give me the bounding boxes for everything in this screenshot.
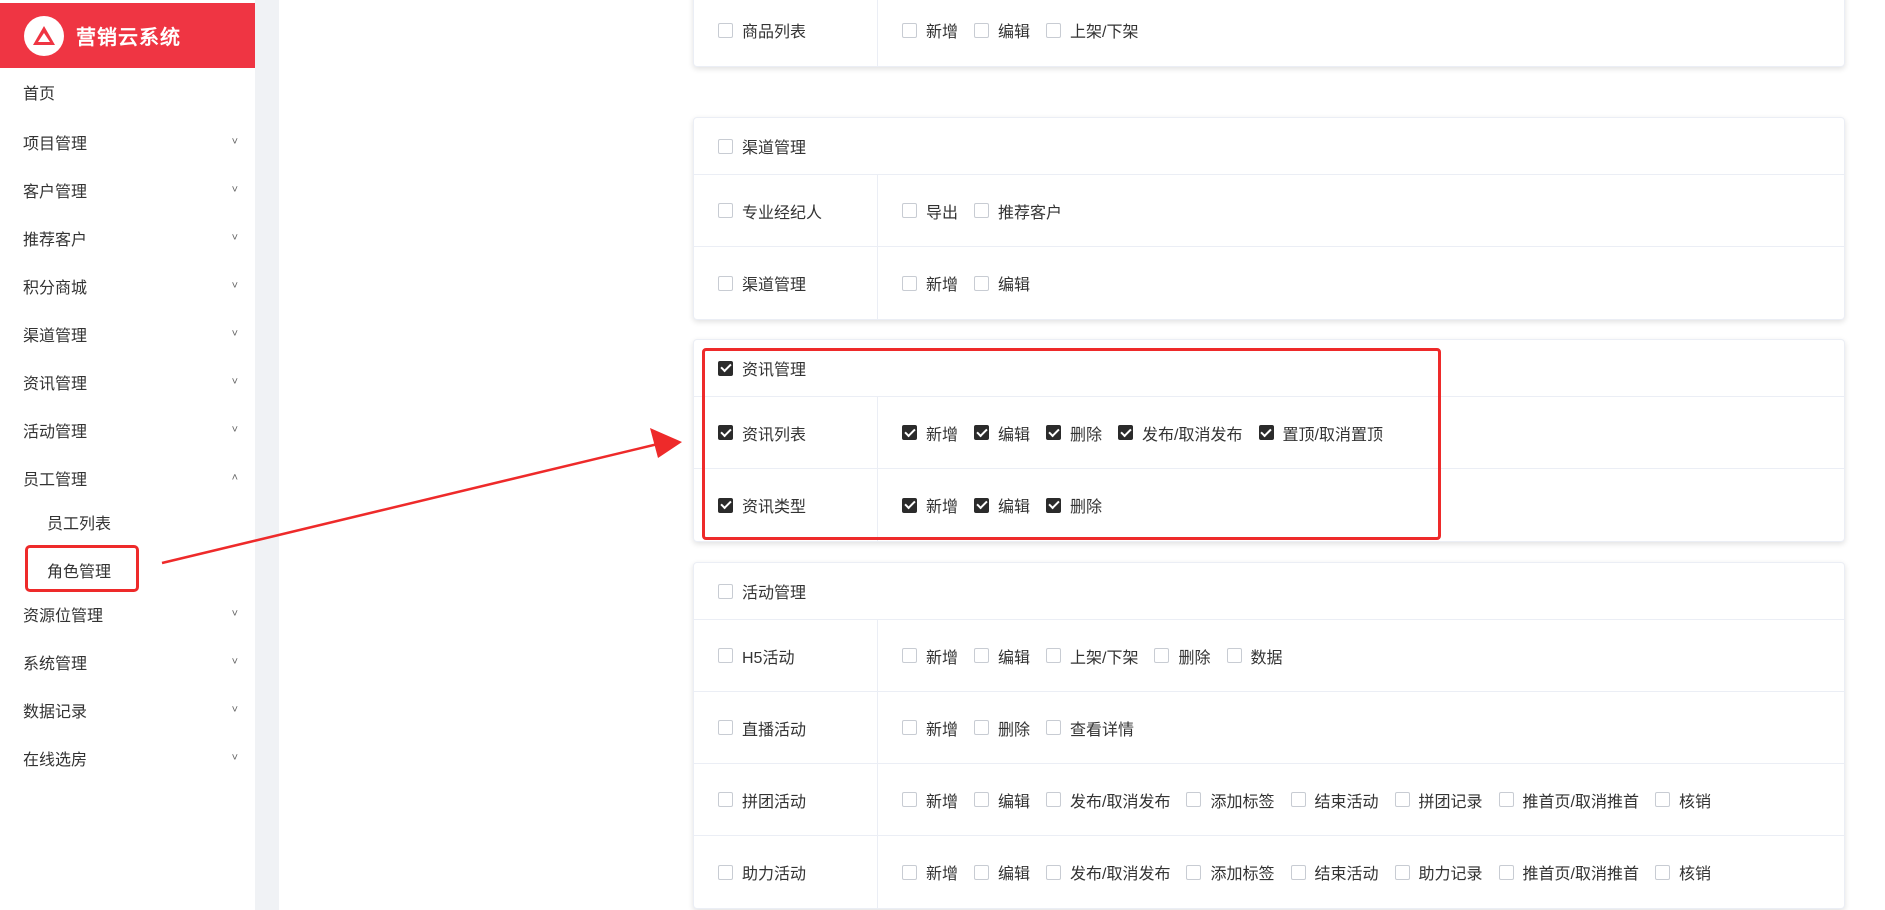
annotation-arrow	[161, 428, 682, 565]
